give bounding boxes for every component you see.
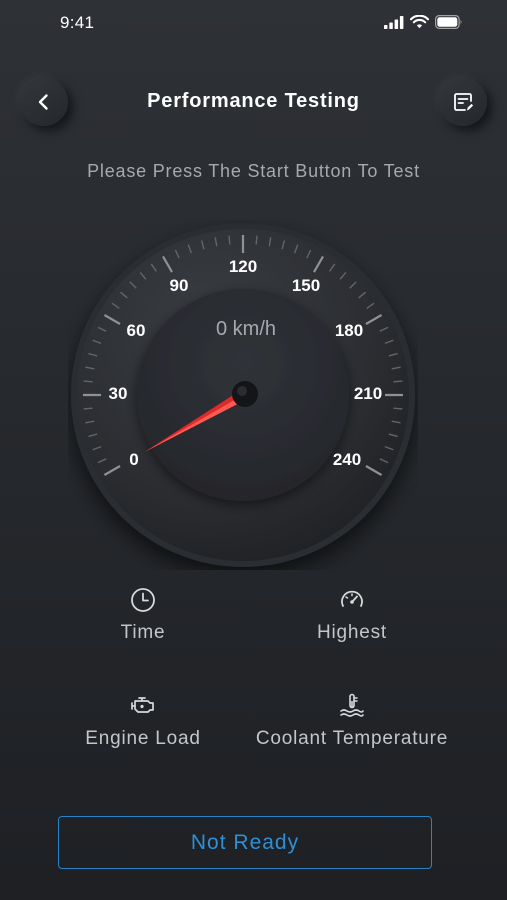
gauge-minor-tick xyxy=(228,235,231,245)
scale-label-30: 30 xyxy=(109,384,128,403)
thermometer-icon xyxy=(340,693,364,717)
speedometer-gauge: 0 30 60 90 120 150 180 210 240 0 km/h xyxy=(71,223,415,567)
needle-hub-highlight xyxy=(237,386,247,396)
scale-label-150: 150 xyxy=(292,276,320,295)
gauge-minor-tick xyxy=(83,407,93,410)
metric-coolant-temperature-label: Coolant Temperature xyxy=(255,728,449,749)
engine-icon xyxy=(131,697,154,713)
gauge-minor-tick xyxy=(255,235,258,245)
speed-readout: 0 km/h xyxy=(216,318,276,340)
status-time: 9:41 xyxy=(60,13,95,32)
scale-label-180: 180 xyxy=(335,321,363,340)
cellular-signal-icon xyxy=(384,15,404,29)
status-bar: 9:41 xyxy=(0,0,507,46)
scale-label-0: 0 xyxy=(129,450,138,469)
metric-coolant-temperature: Coolant Temperature xyxy=(242,692,462,750)
not-ready-button[interactable]: Not Ready xyxy=(58,816,432,869)
gauge-minor-tick xyxy=(393,380,403,383)
scale-label-90: 90 xyxy=(170,276,189,295)
status-icons xyxy=(384,15,463,29)
metric-engine-load: Engine Load xyxy=(33,692,253,750)
clock-icon xyxy=(131,588,155,612)
metric-time: Time xyxy=(33,586,253,644)
report-edit-icon xyxy=(454,93,474,111)
metric-engine-load-label: Engine Load xyxy=(85,728,201,749)
page-title: Performance Testing xyxy=(147,90,360,112)
metric-highest-label: Highest xyxy=(316,622,388,643)
metric-highest: Highest xyxy=(242,586,462,644)
scale-label-210: 210 xyxy=(354,384,382,403)
gauge-minor-tick xyxy=(393,407,403,410)
scale-label-120: 120 xyxy=(229,257,257,276)
report-button[interactable] xyxy=(439,78,487,126)
battery-icon xyxy=(435,15,462,29)
metric-time-label: Time xyxy=(120,622,166,643)
speedometer-icon xyxy=(341,590,363,607)
wifi-icon xyxy=(410,15,429,29)
instruction-text: Please Press The Start Button To Test xyxy=(87,161,420,181)
scale-label-60: 60 xyxy=(127,321,146,340)
gauge-minor-tick xyxy=(83,380,93,383)
scale-label-240: 240 xyxy=(333,450,361,469)
